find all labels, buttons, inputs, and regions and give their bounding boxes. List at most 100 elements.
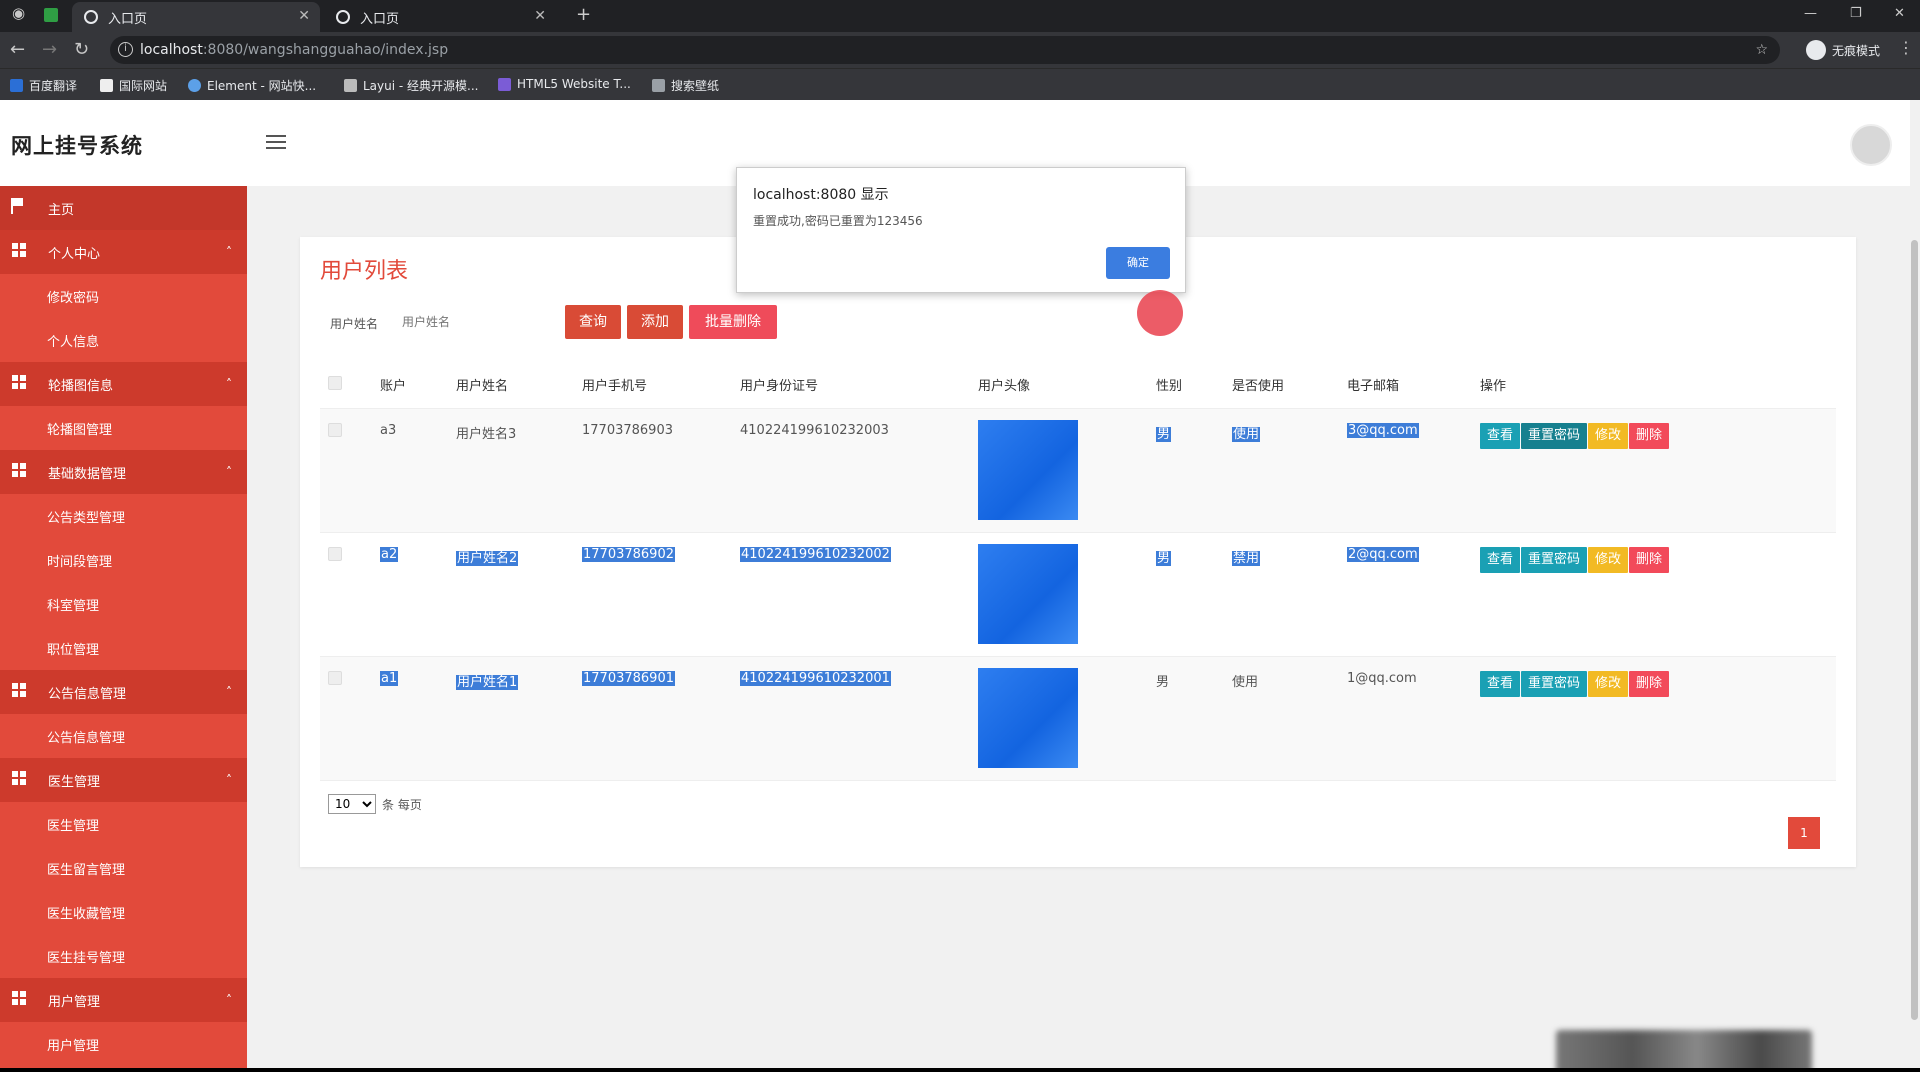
- tab-2[interactable]: 入口页 ✕: [324, 2, 556, 32]
- view-button[interactable]: 查看: [1480, 546, 1521, 573]
- bookmark-item[interactable]: Layui - 经典开源模...: [344, 77, 478, 94]
- chrome-menu-icon[interactable]: ◉: [12, 4, 25, 22]
- sidebar-item-profile[interactable]: 个人信息: [0, 318, 247, 362]
- row-checkbox[interactable]: [328, 546, 342, 561]
- row-checkbox[interactable]: [328, 670, 342, 685]
- account-value: a1: [380, 670, 399, 686]
- edit-button[interactable]: 修改: [1588, 546, 1629, 573]
- delete-button[interactable]: 删除: [1629, 422, 1670, 449]
- sidebar-group-notice[interactable]: 公告信息管理 ˄: [0, 670, 247, 714]
- photo-cell: [970, 408, 1148, 533]
- forward-icon[interactable]: →: [42, 39, 57, 60]
- sidebar-item-notice[interactable]: 公告信息管理: [0, 714, 247, 758]
- user-photo: [978, 419, 1078, 520]
- edit-button[interactable]: 修改: [1588, 670, 1629, 697]
- sidebar-group-carousel[interactable]: 轮播图信息 ˄: [0, 362, 247, 406]
- scrollbar[interactable]: [1910, 100, 1920, 1068]
- status-cell: 使用: [1224, 408, 1339, 533]
- add-button[interactable]: 添加: [627, 305, 683, 339]
- sidebar-item-carousel[interactable]: 轮播图管理: [0, 406, 247, 450]
- bookmark-item[interactable]: HTML5 Website T...: [498, 77, 631, 91]
- app-icon[interactable]: [44, 8, 58, 22]
- sidebar-group-personal[interactable]: 个人中心 ˄: [0, 230, 247, 274]
- cursor-click-indicator: [1137, 290, 1183, 336]
- incognito-icon: [1805, 40, 1826, 60]
- bookmark-item[interactable]: 搜索壁纸: [652, 77, 719, 94]
- sidebar-group-basic-data[interactable]: 基础数据管理 ˄: [0, 450, 247, 494]
- close-icon[interactable]: ✕: [534, 8, 546, 24]
- actions-cell: 查看 重置密码 修改 删除: [1472, 656, 1836, 781]
- row-select-cell: [320, 408, 372, 533]
- page-title: 用户列表: [320, 259, 409, 284]
- row-select-cell: [320, 656, 372, 781]
- sidebar-item-label: 公告信息管理: [47, 730, 126, 746]
- sidebar-item-user[interactable]: 用户管理: [0, 1022, 247, 1066]
- restore-icon[interactable]: ❐: [1850, 6, 1862, 21]
- column-header: 账户: [372, 362, 448, 409]
- phone-cell: 17703786902: [574, 532, 732, 657]
- kebab-menu-icon[interactable]: ⋮: [1898, 38, 1914, 57]
- search-input[interactable]: [400, 305, 550, 339]
- sidebar-item-position[interactable]: 职位管理: [0, 626, 247, 670]
- reset-password-button[interactable]: 重置密码: [1521, 422, 1588, 449]
- sidebar-item-change-password[interactable]: 修改密码: [0, 274, 247, 318]
- bookmark-item[interactable]: 百度翻译: [10, 77, 77, 94]
- url-field[interactable]: i localhost:8080/wangshangguahao/index.j…: [110, 36, 1780, 64]
- phone-cell: 17703786901: [574, 656, 732, 781]
- dialog-title: localhost:8080 显示: [753, 187, 889, 203]
- bookmarks-bar: 百度翻译 国际网站 Element - 网站快... Layui - 经典开源模…: [0, 68, 1920, 100]
- batch-delete-button[interactable]: 批量删除: [689, 305, 777, 339]
- address-bar: ← → ↻ i localhost:8080/wangshangguahao/i…: [0, 32, 1920, 68]
- dialog-ok-button[interactable]: 确定: [1106, 247, 1170, 279]
- sidebar-item-label: 用户管理: [47, 1038, 100, 1054]
- hamburger-icon[interactable]: [266, 135, 286, 149]
- minimize-icon[interactable]: —: [1804, 6, 1817, 21]
- close-icon[interactable]: ✕: [298, 8, 310, 24]
- info-icon[interactable]: i: [118, 42, 133, 57]
- email-value: 3@qq.com: [1347, 422, 1419, 438]
- sidebar-item-doctor[interactable]: 医生管理: [0, 802, 247, 846]
- view-button[interactable]: 查看: [1480, 422, 1521, 449]
- sidebar-item-home[interactable]: 主页: [0, 186, 247, 230]
- user-list-card: 用户列表 用户姓名 查询 添加 批量删除 账户 用户姓名 用户手机号 用户身份证…: [300, 237, 1856, 867]
- user-table: 账户 用户姓名 用户手机号 用户身份证号 用户头像 性别 是否使用 电子邮箱 操…: [320, 362, 1836, 781]
- reset-password-button[interactable]: 重置密码: [1521, 670, 1588, 697]
- app-title: 网上挂号系统: [11, 134, 143, 158]
- bookmark-item[interactable]: Element - 网站快...: [188, 77, 316, 94]
- page-size-select[interactable]: 10: [328, 794, 376, 814]
- sidebar-group-doctor[interactable]: 医生管理 ˄: [0, 758, 247, 802]
- table-row: a1 用户姓名1 17703786901 410224199610232001 …: [320, 656, 1836, 781]
- delete-button[interactable]: 删除: [1629, 670, 1670, 697]
- query-button[interactable]: 查询: [565, 305, 621, 339]
- incognito-badge[interactable]: 无痕模式: [1805, 40, 1880, 60]
- sidebar-item-doctor-registration[interactable]: 医生挂号管理: [0, 934, 247, 978]
- photo-cell: [970, 656, 1148, 781]
- sidebar-group-user[interactable]: 用户管理 ˄: [0, 978, 247, 1022]
- sidebar-item-doctor-favorite[interactable]: 医生收藏管理: [0, 890, 247, 934]
- sidebar-item-department[interactable]: 科室管理: [0, 582, 247, 626]
- window-close-icon[interactable]: ✕: [1894, 6, 1905, 21]
- avatar[interactable]: [1850, 124, 1892, 166]
- edit-button[interactable]: 修改: [1588, 422, 1629, 449]
- sidebar-item-time-slot[interactable]: 时间段管理: [0, 538, 247, 582]
- delete-button[interactable]: 删除: [1629, 546, 1670, 573]
- user-photo: [978, 667, 1078, 768]
- scrollbar-thumb[interactable]: [1911, 240, 1918, 1020]
- column-header: 性别: [1148, 362, 1224, 409]
- page-button-current[interactable]: 1: [1788, 817, 1820, 849]
- back-icon[interactable]: ←: [10, 39, 25, 60]
- sidebar-item-notice-type[interactable]: 公告类型管理: [0, 494, 247, 538]
- new-tab-icon[interactable]: +: [576, 4, 591, 25]
- select-all-checkbox[interactable]: [328, 375, 342, 390]
- sidebar-group-label: 基础数据管理: [48, 466, 127, 482]
- reset-password-button[interactable]: 重置密码: [1521, 546, 1588, 573]
- star-icon[interactable]: ☆: [1755, 36, 1768, 64]
- tab-1[interactable]: 入口页 ✕: [72, 2, 320, 32]
- sidebar-group-label: 用户管理: [48, 994, 101, 1010]
- email-cell: 1@qq.com: [1339, 656, 1472, 781]
- reload-icon[interactable]: ↻: [74, 39, 89, 60]
- sidebar-item-doctor-message[interactable]: 医生留言管理: [0, 846, 247, 890]
- bookmark-item[interactable]: 国际网站: [100, 77, 167, 94]
- view-button[interactable]: 查看: [1480, 670, 1521, 697]
- row-checkbox[interactable]: [328, 422, 342, 437]
